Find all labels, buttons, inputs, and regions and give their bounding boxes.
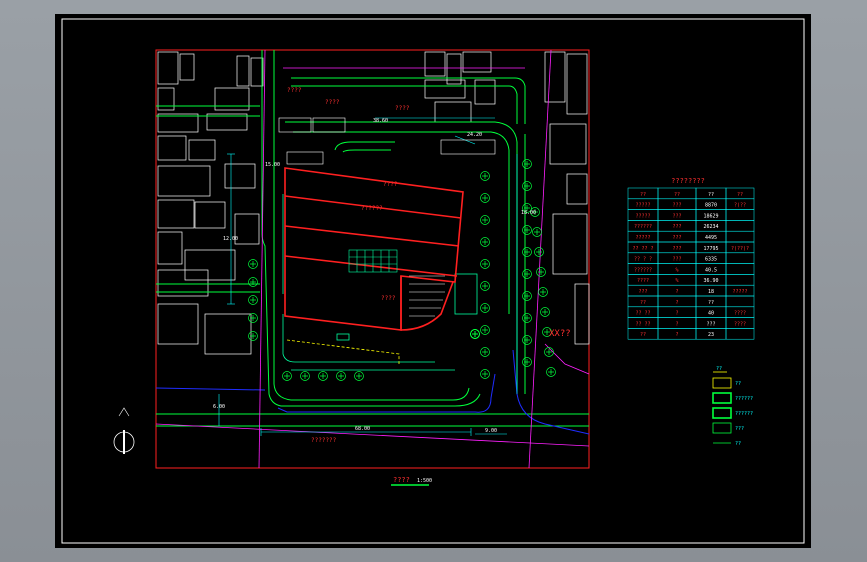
table-title: ???????? (671, 177, 705, 185)
table-cell-text: ?????? (634, 224, 652, 230)
legend-swatch (712, 422, 732, 434)
table-cell-text: ?? ?? ? (632, 246, 653, 252)
table-cell-text: ????? (732, 289, 747, 295)
table-cell-text: ?(??)? (731, 246, 749, 252)
table-header-cell: ?? (674, 192, 680, 198)
table-cell-text: 40.5 (705, 267, 717, 273)
table-cell-text: 23 (708, 332, 714, 338)
plan-title: ???? (393, 476, 410, 484)
table-cell (725, 263, 755, 275)
table-cell (725, 220, 755, 232)
building-label: ???? (287, 87, 302, 94)
table-header-cell: ?? (640, 192, 646, 198)
building-label: ???? (325, 99, 340, 106)
setback-line (286, 339, 400, 364)
table-cell-text: ? (675, 311, 678, 317)
table-cell-text: 36.90 (703, 278, 718, 284)
legend-label: ?? (735, 381, 741, 387)
road-label: ??????? (311, 437, 337, 444)
building-label: ?????? (361, 205, 383, 212)
table-cell-text: % (675, 278, 678, 284)
table-cell-text: ?????? (634, 267, 652, 273)
dimension-label: 38.60 (373, 118, 388, 124)
table-cell-text: ???? (734, 321, 746, 327)
table-cell-text: ????? (635, 213, 650, 219)
table-cell-text: 6335 (705, 257, 717, 263)
table-cell (725, 274, 755, 286)
table-cell-text: 40 (708, 311, 714, 317)
table-cell-text: ?? ?? (635, 321, 650, 327)
table-cell-text: ? (675, 289, 678, 295)
dimension-label: 12.00 (223, 236, 238, 242)
legend-label: ?? (735, 441, 741, 447)
table-cell-text: ??? (706, 321, 715, 327)
table-cell-text: ????? (635, 203, 650, 209)
north-arrow-icon (113, 407, 135, 454)
plan-labels: ???? ???? ???? ?????? ???? ???? XX?? ???… (287, 87, 571, 444)
table-cell-text: ??? (672, 246, 681, 252)
table-cell-text: ?(?? (734, 203, 746, 209)
table-cell-text: ? (675, 332, 678, 338)
table-cell (725, 252, 755, 264)
building-label: ???? (395, 105, 410, 112)
table-cell-text: ????? (635, 235, 650, 241)
legend-label: ??? (735, 426, 744, 432)
legend-title: ?? (716, 366, 722, 372)
legend-swatch (712, 392, 732, 404)
table-cell-text: ?? ? ? (634, 257, 652, 263)
parking-stalls (278, 117, 496, 317)
table-cell-text: ? (675, 321, 678, 327)
street-edge (155, 349, 590, 435)
legend-swatch (712, 377, 732, 389)
site-plan-drawing: ???? ???? ???? ?????? ???? ???? XX?? ???… (61, 18, 805, 544)
dimension-label: 15.00 (265, 162, 280, 168)
table-cell (725, 230, 755, 243)
legend: ????????????????????? (712, 366, 753, 447)
table-cell-text: 8870 (705, 203, 717, 209)
legend-swatch (712, 407, 732, 419)
table-cell-text: ?? (640, 300, 646, 306)
table-cell-text: ??? (672, 224, 681, 230)
dimension-label: 9.00 (485, 428, 497, 434)
legend-label: ?????? (735, 411, 753, 417)
table-cell-text: ?? ?? (635, 311, 650, 317)
building-label: ???? (383, 181, 398, 188)
table-cell-text: ??? (672, 257, 681, 263)
legend-label: ?????? (735, 396, 753, 402)
table-header-cell: ?? (737, 192, 743, 198)
table-cell-text: 18 (708, 289, 714, 295)
table-cell-text: 17795 (703, 246, 718, 252)
context-buildings (157, 51, 590, 355)
table-cell-text: % (675, 267, 678, 273)
table-cell-text: ??? (672, 235, 681, 241)
cad-viewer: ???? ???? ???? ?????? ???? ???? XX?? ???… (0, 0, 867, 562)
table-cell-text: 26234 (703, 224, 718, 230)
table-cell-text: 18629 (703, 213, 718, 219)
dimension-label: 18.00 (521, 210, 536, 216)
drawing-sheet[interactable]: ???? ???? ???? ?????? ???? ???? XX?? ???… (55, 14, 811, 548)
table-cell-text: ??? (638, 289, 647, 295)
dimension-label: 24.20 (467, 132, 482, 138)
table-cell (725, 328, 755, 340)
plan-scale: 1:500 (417, 478, 432, 484)
neighbor-label: XX?? (549, 329, 571, 339)
table-cell-text: 4495 (705, 235, 717, 241)
dimension-label: 6.00 (213, 404, 225, 410)
table-cell-text: ??? (672, 213, 681, 219)
table-header-cell: ?? (708, 192, 714, 198)
table-cell-text: ?? (708, 300, 714, 306)
table-cell-text: ???? (637, 278, 649, 284)
table-cell-text: ???? (734, 311, 746, 317)
table-cell (725, 295, 755, 308)
table-cell (725, 209, 755, 221)
sheet-frame (61, 18, 805, 544)
table-cell-text: ??? (672, 203, 681, 209)
indicator-table: ???????????????????????? 8870 ?(??????????… (627, 177, 755, 340)
building-label: ???? (381, 295, 396, 302)
dimension-label: 68.00 (355, 426, 370, 432)
main-building (284, 167, 464, 331)
table-cell-text: ? (675, 300, 678, 306)
table-cell-text: ?? (640, 332, 646, 338)
